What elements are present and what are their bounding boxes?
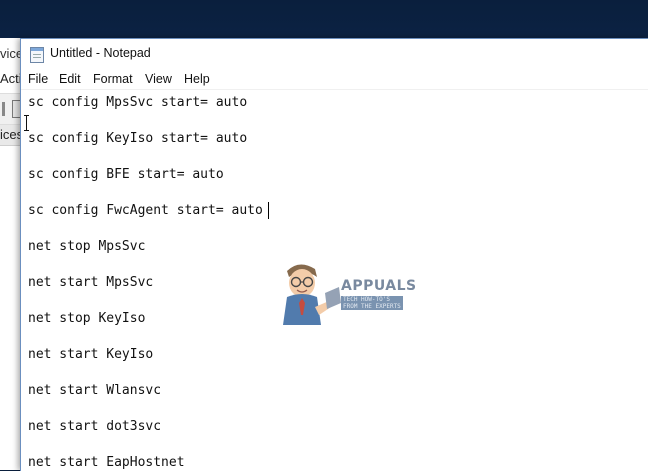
mascot-icon: [283, 264, 341, 325]
editor-line: net stop KeyIso: [28, 311, 146, 326]
text-editor-area[interactable]: sc config MpsSvc start= auto sc config K…: [21, 90, 648, 471]
editor-line: net start Wlansvc: [28, 383, 162, 398]
editor-line: sc config FwcAgent start= auto: [28, 203, 263, 218]
editor-line: net start MpsSvc: [28, 275, 154, 290]
menu-edit[interactable]: Edit: [59, 72, 81, 86]
menu-view[interactable]: View: [145, 72, 172, 86]
toolbar-separator: [2, 102, 5, 116]
menu-bar: File Edit Format View Help: [21, 69, 648, 89]
editor-line: net start EapHostnet: [28, 455, 185, 470]
notepad-window[interactable]: Untitled - Notepad File Edit Format View…: [20, 38, 648, 471]
editor-line: sc config KeyIso start= auto: [28, 131, 248, 146]
watermark-brand: APPUALS: [341, 278, 417, 294]
editor-line: net start dot3svc: [28, 419, 162, 434]
menu-format[interactable]: Format: [93, 72, 133, 86]
notepad-app-icon[interactable]: [30, 47, 44, 63]
window-title: Untitled - Notepad: [50, 46, 151, 60]
editor-line: net start KeyIso: [28, 347, 154, 362]
ibeam-cursor-icon: [24, 115, 29, 131]
menu-help[interactable]: Help: [184, 72, 210, 86]
editor-line: net stop MpsSvc: [28, 239, 146, 254]
editor-line: sc config MpsSvc start= auto: [28, 95, 248, 110]
editor-line: sc config BFE start= auto: [28, 167, 224, 182]
menu-file[interactable]: File: [28, 72, 48, 86]
appuals-watermark-logo: APPUALS TECH HOW-TO'S FROM THE EXPERTS: [263, 257, 416, 327]
text-caret: [268, 202, 269, 219]
watermark-tagline: TECH HOW-TO'S FROM THE EXPERTS: [341, 296, 403, 310]
title-bar[interactable]: Untitled - Notepad: [21, 39, 648, 69]
